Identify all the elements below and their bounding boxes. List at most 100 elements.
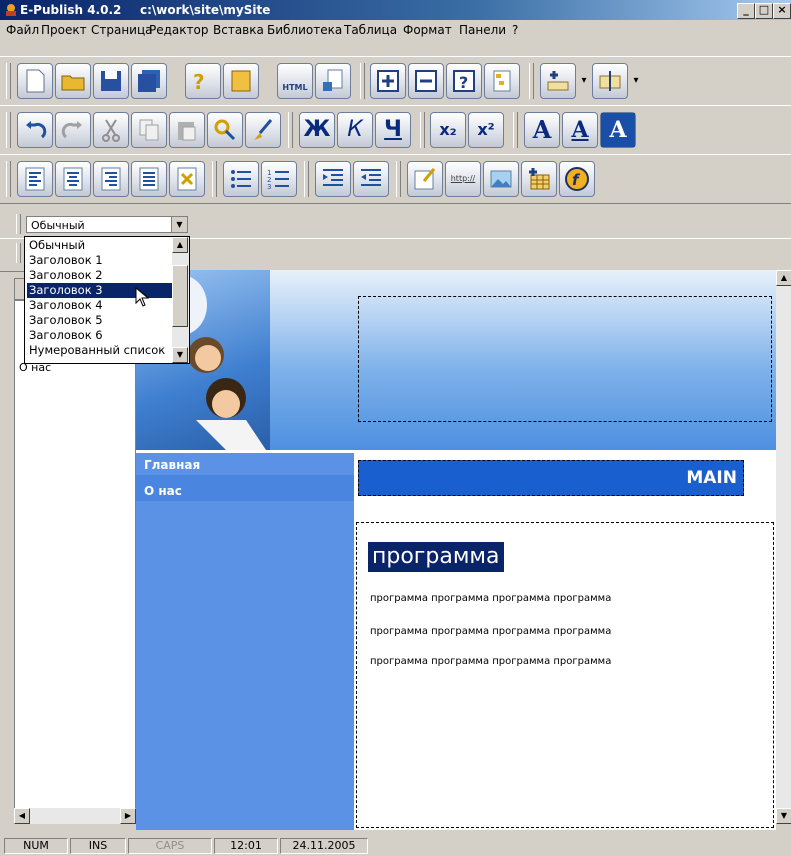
content-heading[interactable]: программа xyxy=(368,542,504,572)
add-block-button[interactable] xyxy=(540,63,576,99)
menu-editor[interactable]: Редактор xyxy=(149,23,208,37)
content-paragraph[interactable]: программа программа программа программа xyxy=(370,593,611,604)
italic-button[interactable]: К xyxy=(337,112,373,148)
menu-insert[interactable]: Вставка xyxy=(213,23,264,37)
style-option[interactable]: Заголовок 6 xyxy=(27,328,172,343)
justify-button[interactable] xyxy=(131,161,167,197)
split-block-button[interactable] xyxy=(592,63,628,99)
scroll-left-icon[interactable]: ◀ xyxy=(14,808,30,824)
site-structure-button[interactable] xyxy=(484,63,520,99)
split-block-dropdown[interactable]: ▾ xyxy=(629,63,643,99)
font-label: A xyxy=(532,115,552,144)
scroll-up-icon[interactable]: ▲ xyxy=(776,270,791,286)
outdent-button[interactable] xyxy=(353,161,389,197)
html-button[interactable]: HTML xyxy=(277,63,313,99)
align-center-button[interactable] xyxy=(55,161,91,197)
indent-icon xyxy=(323,169,343,186)
undo-button[interactable] xyxy=(17,112,53,148)
style-option[interactable]: Заголовок 4 xyxy=(27,298,172,313)
find-button[interactable] xyxy=(207,112,243,148)
add-block-dropdown[interactable]: ▾ xyxy=(577,63,591,99)
page-editor-canvas[interactable]: Главная О нас MAIN программа программа п… xyxy=(136,270,776,830)
scroll-down-icon[interactable]: ▼ xyxy=(776,808,791,824)
main-title-block[interactable]: MAIN xyxy=(358,460,744,496)
svg-text:3: 3 xyxy=(267,183,271,191)
font-color-button[interactable]: A xyxy=(562,112,598,148)
new-document-button[interactable] xyxy=(17,63,53,99)
menu-format[interactable]: Формат xyxy=(403,23,452,37)
subscript-label: x₂ xyxy=(439,120,457,139)
menu-project[interactable]: Проект xyxy=(41,23,87,37)
indent-button[interactable] xyxy=(315,161,351,197)
dropdown-scrollbar[interactable]: ▲ ▼ xyxy=(172,237,189,363)
style-option[interactable]: Обычный xyxy=(27,238,172,253)
remove-page-button[interactable] xyxy=(408,63,444,99)
style-option[interactable]: Заголовок 2 xyxy=(27,268,172,283)
bullet-list-button[interactable] xyxy=(223,161,259,197)
wizard-button[interactable]: ? xyxy=(185,63,221,99)
bold-label: Ж xyxy=(303,117,331,142)
insert-image-button[interactable] xyxy=(483,161,519,197)
background-color-button[interactable]: A xyxy=(600,112,636,148)
save-button[interactable] xyxy=(93,63,129,99)
content-paragraph[interactable]: программа программа программа программа xyxy=(370,656,611,667)
help-button[interactable]: ? xyxy=(446,63,482,99)
menu-library[interactable]: Библиотека xyxy=(267,23,342,37)
chevron-down-icon[interactable]: ▼ xyxy=(171,217,187,232)
paste-button[interactable] xyxy=(169,112,205,148)
superscript-button[interactable]: x² xyxy=(468,112,504,148)
add-page-button[interactable] xyxy=(370,63,406,99)
insert-flash-button[interactable]: f xyxy=(559,161,595,197)
toolbar-grip xyxy=(420,112,425,148)
scroll-up-icon[interactable]: ▲ xyxy=(172,237,188,253)
align-right-button[interactable] xyxy=(93,161,129,197)
save-all-button[interactable] xyxy=(131,63,167,99)
subscript-button[interactable]: x₂ xyxy=(430,112,466,148)
scroll-thumb[interactable] xyxy=(172,265,188,327)
style-option[interactable]: Заголовок 5 xyxy=(27,313,172,328)
open-folder-button[interactable] xyxy=(55,63,91,99)
template-button[interactable] xyxy=(223,63,259,99)
image-icon xyxy=(490,170,512,188)
redo-icon xyxy=(61,121,82,139)
bold-button[interactable]: Ж xyxy=(299,112,335,148)
left-panel-scrollbar[interactable]: ◀ ▶ xyxy=(14,808,136,824)
menu-file[interactable]: Файл xyxy=(6,23,39,37)
insert-table-button[interactable] xyxy=(521,161,557,197)
underline-button[interactable]: Ч xyxy=(375,112,411,148)
nav-item-home[interactable]: Главная xyxy=(144,458,200,472)
maximize-button[interactable]: □ xyxy=(755,3,773,19)
scroll-down-icon[interactable]: ▼ xyxy=(172,347,188,363)
copy-button[interactable] xyxy=(131,112,167,148)
scroll-right-icon[interactable]: ▶ xyxy=(120,808,136,824)
menu-table[interactable]: Таблица xyxy=(344,23,397,37)
clear-format-button[interactable] xyxy=(169,161,205,197)
font-button[interactable]: A xyxy=(524,112,560,148)
paragraph-style-select[interactable]: Обычный ▼ xyxy=(26,216,188,233)
align-left-button[interactable] xyxy=(17,161,53,197)
cut-button[interactable] xyxy=(93,112,129,148)
minimize-button[interactable]: _ xyxy=(737,3,755,19)
banner-placeholder-block[interactable] xyxy=(358,296,772,422)
svg-text:?: ? xyxy=(459,73,468,92)
content-paragraph[interactable]: программа программа программа программа xyxy=(370,626,611,637)
style-option-selected[interactable]: Заголовок 3 xyxy=(27,283,172,298)
window-path: c:\work\site\mySite xyxy=(140,3,271,17)
publish-button[interactable] xyxy=(315,63,351,99)
format-brush-button[interactable] xyxy=(245,112,281,148)
edit-text-button[interactable] xyxy=(407,161,443,197)
nav-item-about[interactable]: О нас xyxy=(144,484,182,498)
template-icon xyxy=(231,70,251,92)
close-button[interactable]: × xyxy=(773,3,791,19)
editor-scrollbar[interactable]: ▲ ▼ xyxy=(776,270,791,824)
menu-page[interactable]: Страница xyxy=(91,23,153,37)
style-option[interactable]: Заголовок 1 xyxy=(27,253,172,268)
numbered-list-button[interactable]: 123 xyxy=(261,161,297,197)
style-option[interactable]: Нумерованный список xyxy=(27,343,172,358)
search-icon xyxy=(214,119,236,141)
menu-help[interactable]: ? xyxy=(512,23,518,37)
redo-button[interactable] xyxy=(55,112,91,148)
superscript-label: x² xyxy=(477,120,495,139)
menu-panels[interactable]: Панели xyxy=(459,23,506,37)
insert-link-button[interactable]: http:// xyxy=(445,161,481,197)
